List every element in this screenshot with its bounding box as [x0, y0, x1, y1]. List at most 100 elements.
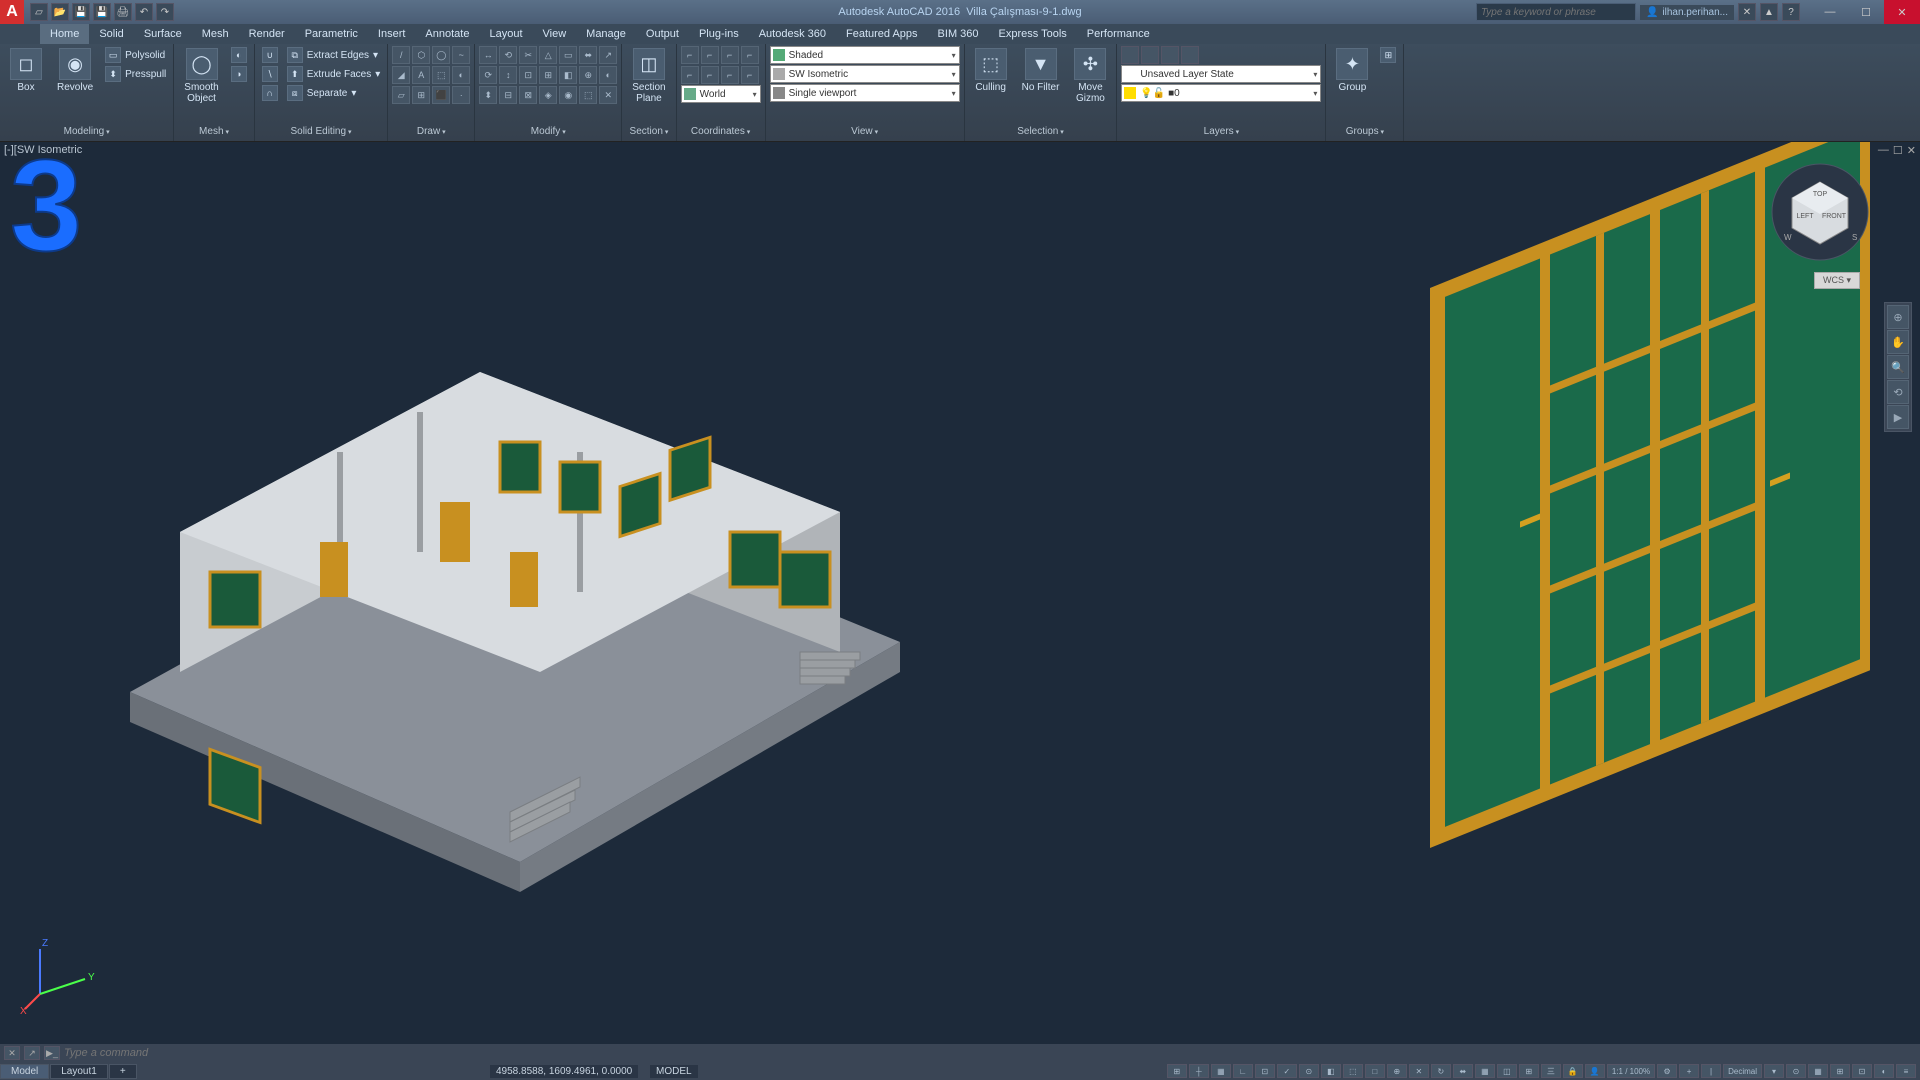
draw-tool-11[interactable]: · [452, 86, 470, 104]
ucs-tool-7[interactable]: ⌐ [741, 66, 759, 84]
modify-tool-7[interactable]: ⟳ [479, 66, 497, 84]
new-icon[interactable]: ▱ [30, 3, 48, 21]
close-button[interactable]: ✕ [1884, 0, 1920, 24]
modify-tool-8[interactable]: ↕ [499, 66, 517, 84]
undo-icon[interactable]: ↶ [135, 3, 153, 21]
polysolid-button[interactable]: ▭Polysolid [102, 46, 169, 64]
tab-plug-ins[interactable]: Plug-ins [689, 24, 749, 44]
stayconnected-icon[interactable]: ▲ [1760, 3, 1778, 21]
status-btn-30[interactable]: ◐ [1874, 1064, 1894, 1078]
ucs-tool-1[interactable]: ⌐ [701, 46, 719, 64]
modify-tool-14[interactable]: ⬍ [479, 86, 497, 104]
status-btn-26[interactable]: ⊙ [1786, 1064, 1806, 1078]
modify-tool-3[interactable]: △ [539, 46, 557, 64]
draw-tool-10[interactable]: ⬛ [432, 86, 450, 104]
tab-annotate[interactable]: Annotate [415, 24, 479, 44]
status-btn-2[interactable]: ▦ [1211, 1064, 1231, 1078]
draw-tool-7[interactable]: ◐ [452, 66, 470, 84]
status-btn-7[interactable]: ◧ [1321, 1064, 1341, 1078]
status-btn-9[interactable]: □ [1365, 1064, 1385, 1078]
extract-edges-button[interactable]: ⧉Extract Edges ▾ [284, 46, 384, 64]
status-btn-14[interactable]: ▦ [1475, 1064, 1495, 1078]
revolve-button[interactable]: ◉Revolve [51, 46, 99, 124]
save-icon[interactable]: 💾 [72, 3, 90, 21]
status-btn-1[interactable]: ┼ [1189, 1064, 1209, 1078]
viewport-dropdown[interactable]: Single viewport [770, 84, 960, 102]
tab-view[interactable]: View [533, 24, 577, 44]
draw-tool-1[interactable]: ⬡ [412, 46, 430, 64]
modify-tool-6[interactable]: ↗ [599, 46, 617, 64]
modify-tool-13[interactable]: ◐ [599, 66, 617, 84]
modify-tool-1[interactable]: ⟲ [499, 46, 517, 64]
status-btn-5[interactable]: ✓ [1277, 1064, 1297, 1078]
ucs-tool-5[interactable]: ⌐ [701, 66, 719, 84]
wcs-badge[interactable]: WCS ▾ [1814, 272, 1860, 289]
ucs-tool-6[interactable]: ⌐ [721, 66, 739, 84]
nofilter-button[interactable]: ▼No Filter [1016, 46, 1066, 124]
group-more[interactable]: ⊞ [1377, 46, 1399, 64]
panel-label-solidediting[interactable]: Solid Editing [259, 124, 384, 139]
tab-solid[interactable]: Solid [89, 24, 133, 44]
extrude-faces-button[interactable]: ⬆Extrude Faces ▾ [284, 65, 384, 83]
subtract-icon[interactable]: ∖ [259, 65, 281, 83]
tab-performance[interactable]: Performance [1077, 24, 1160, 44]
status-btn-24[interactable]: Decimal [1723, 1064, 1762, 1078]
status-btn-15[interactable]: ◫ [1497, 1064, 1517, 1078]
panel-label-selection[interactable]: Selection [969, 124, 1113, 139]
fullnav-icon[interactable]: ⊕ [1887, 305, 1909, 329]
exchange-icon[interactable]: ✕ [1738, 3, 1756, 21]
layer-props-icon[interactable] [1121, 46, 1139, 64]
status-btn-0[interactable]: ⊞ [1167, 1064, 1187, 1078]
draw-tool-5[interactable]: A [412, 66, 430, 84]
redo-icon[interactable]: ↷ [156, 3, 174, 21]
status-btn-4[interactable]: ⊡ [1255, 1064, 1275, 1078]
layer-dropdown[interactable]: 💡🔓 ■ 0 [1121, 84, 1321, 102]
modify-tool-20[interactable]: ✕ [599, 86, 617, 104]
status-btn-10[interactable]: ⊕ [1387, 1064, 1407, 1078]
status-btn-13[interactable]: ⬌ [1453, 1064, 1473, 1078]
minimize-button[interactable]: — [1812, 0, 1848, 24]
draw-tool-4[interactable]: ◢ [392, 66, 410, 84]
status-btn-25[interactable]: ▾ [1764, 1064, 1784, 1078]
status-btn-27[interactable]: ▦ [1808, 1064, 1828, 1078]
vp-close-icon[interactable]: ✕ [1907, 144, 1916, 157]
tab-layout1[interactable]: Layout1 [50, 1064, 108, 1079]
tab-insert[interactable]: Insert [368, 24, 416, 44]
viewport[interactable]: [-][SW Isometric — ☐ ✕ 3 [0, 142, 1920, 1044]
modify-tool-5[interactable]: ⬌ [579, 46, 597, 64]
status-btn-21[interactable]: ⚙ [1657, 1064, 1677, 1078]
ucs-tool-0[interactable]: ⌐ [681, 46, 699, 64]
panel-label-view[interactable]: View [770, 124, 960, 139]
tab-layout[interactable]: Layout [479, 24, 532, 44]
panel-label-section[interactable]: Section [626, 124, 671, 139]
status-btn-23[interactable]: | [1701, 1064, 1721, 1078]
ucs-tool-3[interactable]: ⌐ [741, 46, 759, 64]
tab-surface[interactable]: Surface [134, 24, 192, 44]
separate-button[interactable]: ⧈Separate ▾ [284, 84, 384, 102]
tab-output[interactable]: Output [636, 24, 689, 44]
union-icon[interactable]: ∪ [259, 46, 281, 64]
modify-tool-11[interactable]: ◧ [559, 66, 577, 84]
draw-tool-0[interactable]: / [392, 46, 410, 64]
modify-tool-15[interactable]: ⊟ [499, 86, 517, 104]
move-gizmo-button[interactable]: ✣Move Gizmo [1068, 46, 1112, 124]
modify-tool-0[interactable]: ↔ [479, 46, 497, 64]
modify-tool-17[interactable]: ◈ [539, 86, 557, 104]
help-icon[interactable]: ? [1782, 3, 1800, 21]
panel-label-draw[interactable]: Draw [392, 124, 470, 139]
app-logo[interactable]: A [0, 0, 24, 24]
panel-label-mesh[interactable]: Mesh [178, 124, 249, 139]
status-btn-6[interactable]: ⊙ [1299, 1064, 1319, 1078]
layer-lock-icon[interactable] [1181, 46, 1199, 64]
panel-label-groups[interactable]: Groups [1330, 124, 1399, 139]
cmd-close-icon[interactable]: ✕ [4, 1046, 20, 1060]
panel-label-layers[interactable]: Layers [1121, 124, 1321, 139]
tab-model[interactable]: Model [0, 1064, 49, 1079]
status-btn-16[interactable]: ⊞ [1519, 1064, 1539, 1078]
layer-state-dropdown[interactable]: Unsaved Layer State [1121, 65, 1321, 83]
tab-manage[interactable]: Manage [576, 24, 636, 44]
status-btn-17[interactable]: 三 [1541, 1064, 1561, 1078]
layer-freeze-icon[interactable] [1161, 46, 1179, 64]
ucs-tool-2[interactable]: ⌐ [721, 46, 739, 64]
status-btn-19[interactable]: 👤 [1585, 1064, 1605, 1078]
